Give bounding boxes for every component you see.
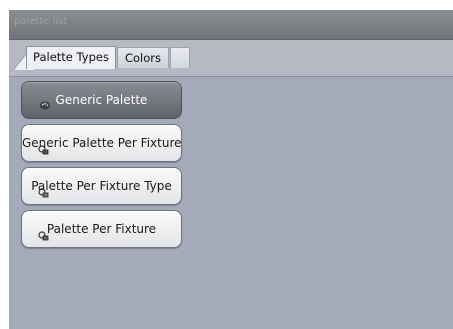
tab-palette-types-label: Palette Types [33, 50, 109, 64]
tab-blank[interactable] [170, 47, 190, 68]
title-bar[interactable]: palette list [9, 10, 453, 40]
palette-per-fixture-label: Palette Per Fixture [46, 222, 157, 236]
generic-palette-per-fixture-label: Generic Palette Per Fixture [22, 136, 182, 150]
tab-colors-label: Colors [124, 51, 162, 65]
palette-list-window: palette list Palette Types Colors Generi… [9, 10, 453, 329]
palette-per-fixture-button[interactable]: Palette Per Fixture [21, 210, 182, 248]
palette-per-fixture-type-label: Palette Per Fixture Type [31, 179, 172, 193]
palette-types-panel: Generic Palette Generic Palette Per Fixt… [9, 77, 453, 329]
generic-palette-button[interactable]: Generic Palette [21, 81, 182, 119]
generic-palette-per-fixture-button[interactable]: Generic Palette Per Fixture [21, 124, 182, 162]
tab-colors[interactable]: Colors [117, 47, 169, 68]
palette-icon [39, 101, 51, 110]
window-title: palette list [14, 16, 68, 27]
palette-per-fixture-type-button[interactable]: Palette Per Fixture Type [21, 167, 182, 205]
tab-palette-types[interactable]: Palette Types [26, 46, 116, 69]
generic-palette-label: Generic Palette [55, 93, 148, 107]
tab-strip: Palette Types Colors [9, 40, 453, 77]
